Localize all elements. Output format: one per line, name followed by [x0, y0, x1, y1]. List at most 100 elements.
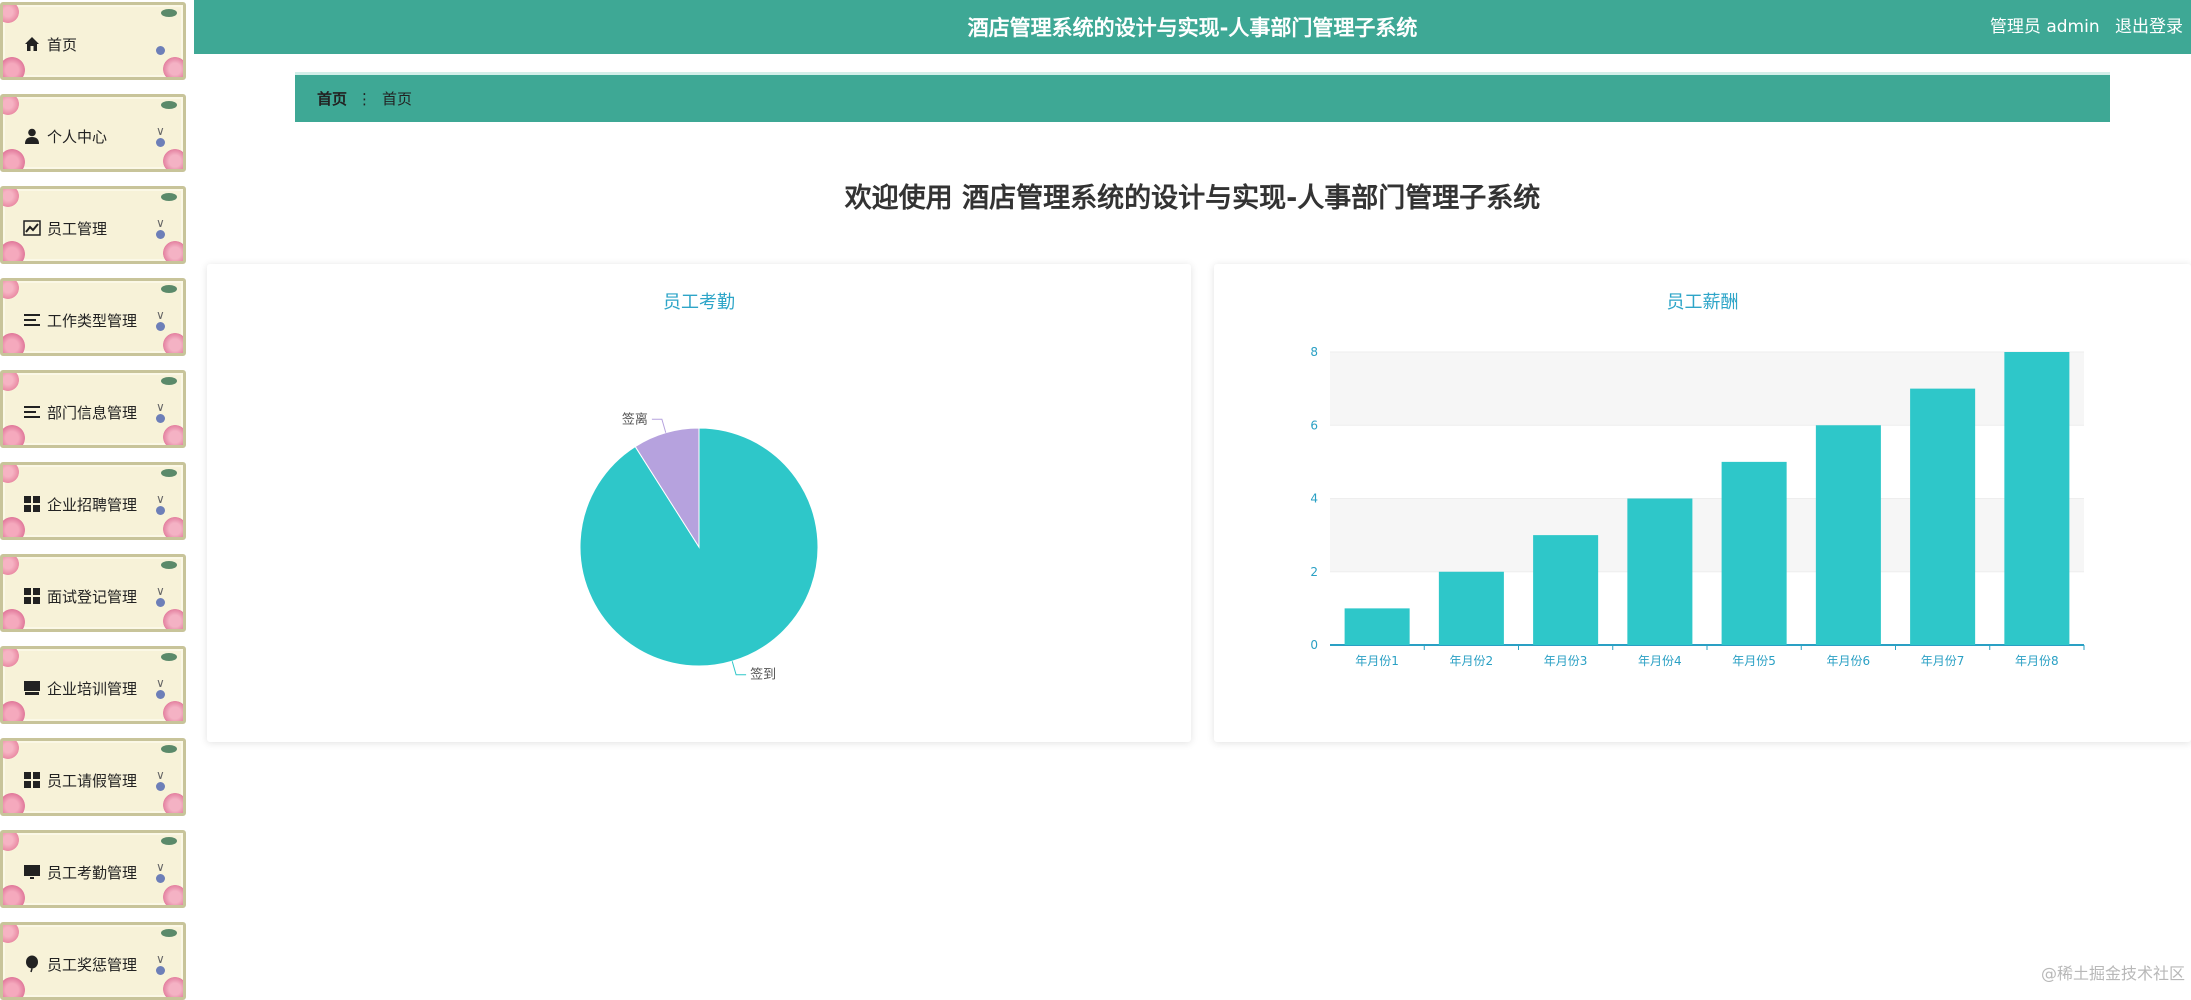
- top-bar: 酒店管理系统的设计与实现-人事部门管理子系统 管理员 admin 退出登录: [194, 0, 2191, 54]
- flower-decoration: [0, 2, 19, 23]
- flower-decoration: [156, 874, 165, 883]
- chevron-down-icon: ∨: [156, 492, 165, 506]
- flower-decoration: [0, 241, 25, 264]
- trend-chart-icon: [23, 219, 41, 237]
- sidebar-item-label: 员工考勤管理: [47, 862, 137, 883]
- list-icon: [23, 403, 41, 421]
- flower-decoration: [163, 425, 186, 448]
- flower-decoration: [0, 609, 25, 632]
- user-icon: [23, 127, 41, 145]
- breadcrumb-home[interactable]: 首页: [317, 88, 347, 109]
- sidebar-item[interactable]: 员工请假管理 ∨: [0, 738, 186, 816]
- pie-label-line: [652, 419, 666, 432]
- sidebar-item[interactable]: 部门信息管理 ∨: [0, 370, 186, 448]
- flower-decoration: [156, 506, 165, 515]
- bar[interactable]: [2004, 352, 2069, 645]
- leaf-decoration: [161, 929, 177, 937]
- leaf-decoration: [161, 653, 177, 661]
- salary-bar-chart: 02468年月份1年月份2年月份3年月份4年月份5年月份6年月份7年月份8: [1214, 264, 2191, 742]
- bar[interactable]: [1627, 499, 1692, 646]
- balloon-icon: [23, 955, 41, 973]
- sidebar-item[interactable]: 企业培训管理 ∨: [0, 646, 186, 724]
- leaf-decoration: [161, 377, 177, 385]
- logout-link[interactable]: 退出登录: [2115, 17, 2183, 37]
- chevron-down-icon: ∨: [156, 952, 165, 966]
- x-tick-label: 年月份5: [1732, 654, 1776, 668]
- sidebar-item[interactable]: 企业招聘管理∨: [0, 462, 186, 540]
- y-tick-label: 2: [1310, 565, 1318, 579]
- salary-chart-card: 员工薪酬 02468年月份1年月份2年月份3年月份4年月份5年月份6年月份7年月…: [1214, 264, 2191, 742]
- bar[interactable]: [1722, 462, 1787, 645]
- attendance-pie-chart: 签到 签离: [207, 264, 1191, 742]
- flower-decoration: [0, 149, 25, 172]
- sidebar-item-label: 部门信息管理: [47, 402, 137, 423]
- flower-decoration: [163, 149, 186, 172]
- sidebar-item[interactable]: 面试登记管理 ∨: [0, 554, 186, 632]
- leaf-decoration: [161, 285, 177, 293]
- y-tick-label: 6: [1310, 418, 1318, 432]
- flower-decoration: [0, 554, 19, 575]
- bar[interactable]: [1816, 425, 1881, 645]
- chevron-down-icon: ∨: [156, 216, 165, 230]
- chevron-down-icon: ∨: [156, 400, 165, 414]
- sidebar-item[interactable]: 员工管理∨: [0, 186, 186, 264]
- flower-decoration: [0, 701, 25, 724]
- user-label: 管理员 admin: [1990, 17, 2100, 37]
- flower-decoration: [0, 738, 19, 759]
- flower-decoration: [0, 885, 25, 908]
- flower-decoration: [156, 782, 165, 791]
- pie-slice-label: 签离: [622, 411, 648, 427]
- flower-decoration: [156, 690, 165, 699]
- flower-decoration: [0, 425, 25, 448]
- flower-decoration: [0, 830, 19, 851]
- chevron-down-icon: ∨: [156, 860, 165, 874]
- flower-decoration: [163, 517, 186, 540]
- flower-decoration: [0, 646, 19, 667]
- leaf-decoration: [161, 9, 177, 17]
- x-tick-label: 年月份8: [2015, 654, 2059, 668]
- flower-decoration: [156, 598, 165, 607]
- sidebar-item-label: 员工请假管理: [47, 770, 137, 791]
- flower-decoration: [156, 966, 165, 975]
- flower-decoration: [0, 333, 25, 356]
- sidebar-item-label: 企业培训管理: [47, 678, 137, 699]
- grid-icon: [23, 587, 41, 605]
- flower-decoration: [0, 517, 25, 540]
- pie-label-line: [732, 661, 746, 674]
- pie-slice-label: 签到: [750, 667, 776, 683]
- flower-decoration: [0, 186, 19, 207]
- y-tick-label: 4: [1310, 492, 1318, 506]
- sidebar-item[interactable]: 个人中心∨: [0, 94, 186, 172]
- chevron-down-icon: ∨: [156, 676, 165, 690]
- flower-decoration: [156, 138, 165, 147]
- x-tick-label: 年月份1: [1355, 654, 1399, 668]
- flower-decoration: [163, 57, 186, 80]
- monitor-icon: [23, 863, 41, 881]
- flower-decoration: [156, 230, 165, 239]
- flower-decoration: [0, 370, 19, 391]
- bar[interactable]: [1345, 608, 1410, 645]
- home-icon: [23, 35, 41, 53]
- flower-decoration: [0, 793, 25, 816]
- bar[interactable]: [1439, 572, 1504, 645]
- user-area: 管理员 admin 退出登录: [1980, 12, 2183, 37]
- sidebar-item[interactable]: 首页: [0, 2, 186, 80]
- flower-decoration: [0, 278, 19, 299]
- leaf-decoration: [161, 745, 177, 753]
- sidebar-item-label: 首页: [47, 34, 77, 55]
- breadcrumb-separator: ⋮: [357, 90, 372, 108]
- grid-icon: [23, 495, 41, 513]
- flower-decoration: [163, 977, 186, 1000]
- leaf-decoration: [161, 469, 177, 477]
- bar[interactable]: [1533, 535, 1598, 645]
- chevron-down-icon: ∨: [156, 584, 165, 598]
- attendance-chart-card: 员工考勤 签到签离: [207, 264, 1191, 742]
- sidebar-item-label: 面试登记管理: [47, 586, 137, 607]
- sidebar-item[interactable]: 员工奖惩管理∨: [0, 922, 186, 1000]
- sidebar-item[interactable]: 工作类型管理∨: [0, 278, 186, 356]
- flower-decoration: [163, 701, 186, 724]
- bar[interactable]: [1910, 389, 1975, 645]
- chevron-down-icon: ∨: [156, 768, 165, 782]
- flower-decoration: [156, 414, 165, 423]
- sidebar-item[interactable]: 员工考勤管理 ∨: [0, 830, 186, 908]
